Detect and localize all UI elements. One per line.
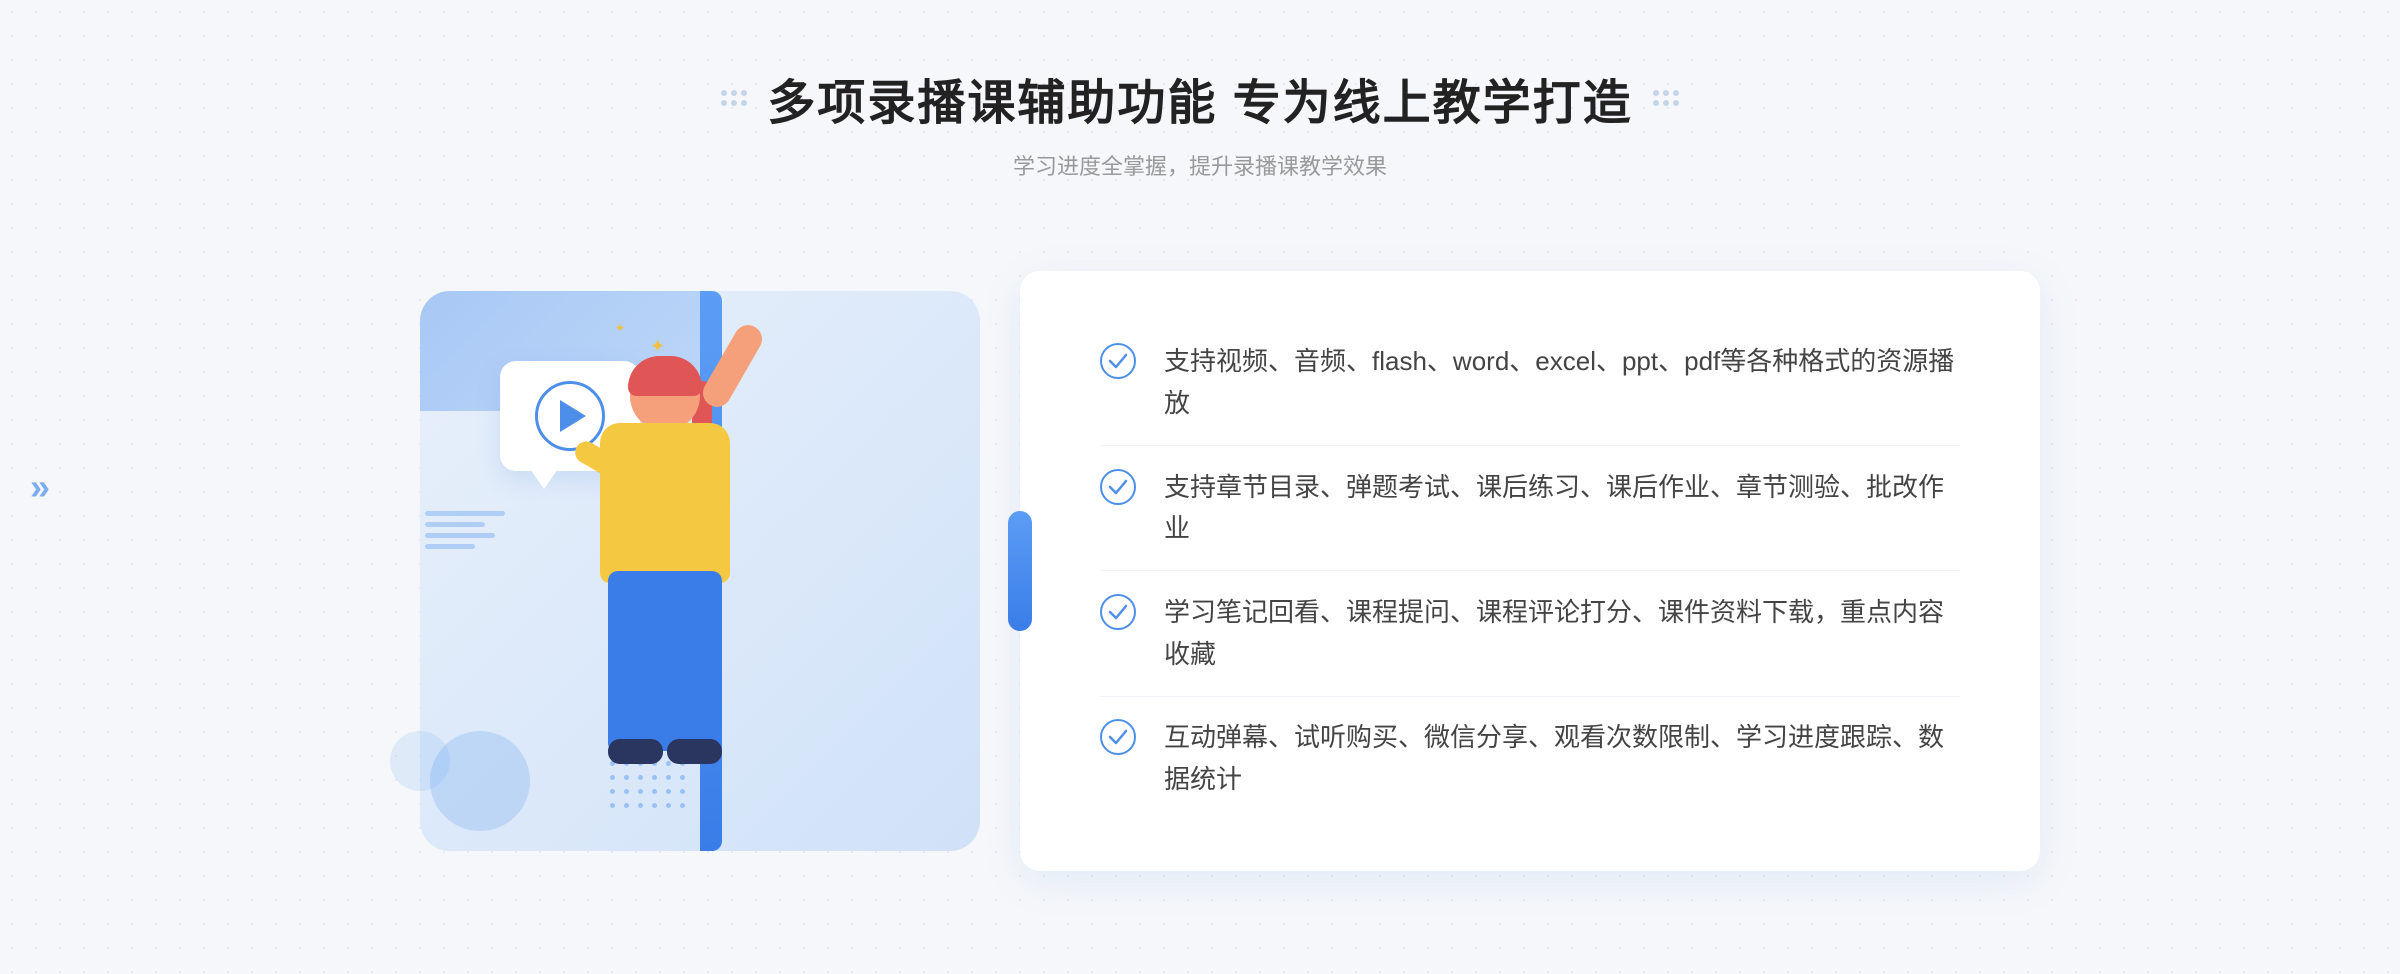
features-list: 支持视频、音频、flash、word、excel、ppt、pdf等各种格式的资源… <box>1100 331 1960 811</box>
panel-accent-bar <box>1008 511 1032 631</box>
right-decoration <box>1653 90 1679 106</box>
feature-text-3: 学习笔记回看、课程提问、课程评论打分、课件资料下载，重点内容收藏 <box>1164 592 1960 675</box>
left-decoration <box>721 90 747 106</box>
title-row: 多项录播课辅助功能 专为线上教学打造 <box>721 63 1678 133</box>
figure-illustration <box>520 361 780 851</box>
page-container: 多项录播课辅助功能 专为线上教学打造 学习进度全掌握，提升录播课教学效果 <box>0 63 2400 911</box>
feature-item-4: 互动弹幕、试听购买、微信分享、观看次数限制、学习进度跟踪、数据统计 <box>1100 717 1960 800</box>
feature-divider-2 <box>1100 696 1960 697</box>
feature-text-4: 互动弹幕、试听购买、微信分享、观看次数限制、学习进度跟踪、数据统计 <box>1164 717 1960 800</box>
figure-pants <box>608 571 722 751</box>
circle-decoration-2 <box>390 731 450 791</box>
figure-shoe-right <box>667 739 722 764</box>
feature-divider-1 <box>1100 570 1960 571</box>
dot-grid-right <box>1653 90 1679 106</box>
main-title: 多项录播课辅助功能 专为线上教学打造 <box>767 63 1632 133</box>
feature-item-3: 学习笔记回看、课程提问、课程评论打分、课件资料下载，重点内容收藏 <box>1100 592 1960 675</box>
lines-decoration <box>425 511 505 549</box>
header: 多项录播课辅助功能 专为线上教学打造 学习进度全掌握，提升录播课教学效果 <box>721 63 1678 181</box>
check-icon-2 <box>1100 469 1136 505</box>
sparkle-icon-1: ✦ <box>650 336 668 354</box>
figure-shoe-left <box>608 739 663 764</box>
figure-body <box>600 423 730 583</box>
check-icon-1 <box>1100 343 1136 379</box>
feature-text-1: 支持视频、音频、flash、word、excel、ppt、pdf等各种格式的资源… <box>1164 341 1960 424</box>
features-panel: 支持视频、音频、flash、word、excel、ppt、pdf等各种格式的资源… <box>1020 271 2040 871</box>
left-chevron-icon: » <box>30 466 50 508</box>
feature-text-2: 支持章节目录、弹题考试、课后练习、课后作业、章节测验、批改作业 <box>1164 467 1960 550</box>
illustration-panel: ✦ ✦ <box>360 231 1040 911</box>
subtitle: 学习进度全掌握，提升录播课教学效果 <box>721 149 1678 181</box>
check-icon-4 <box>1100 719 1136 755</box>
feature-item-1: 支持视频、音频、flash、word、excel、ppt、pdf等各种格式的资源… <box>1100 341 1960 424</box>
feature-divider-0 <box>1100 445 1960 446</box>
content-area: ✦ ✦ <box>360 231 2040 911</box>
figure-hair <box>628 356 702 396</box>
check-icon-3 <box>1100 594 1136 630</box>
feature-item-2: 支持章节目录、弹题考试、课后练习、课后作业、章节测验、批改作业 <box>1100 467 1960 550</box>
sparkle-icon-2: ✦ <box>615 321 627 333</box>
dot-grid-left <box>721 90 747 106</box>
